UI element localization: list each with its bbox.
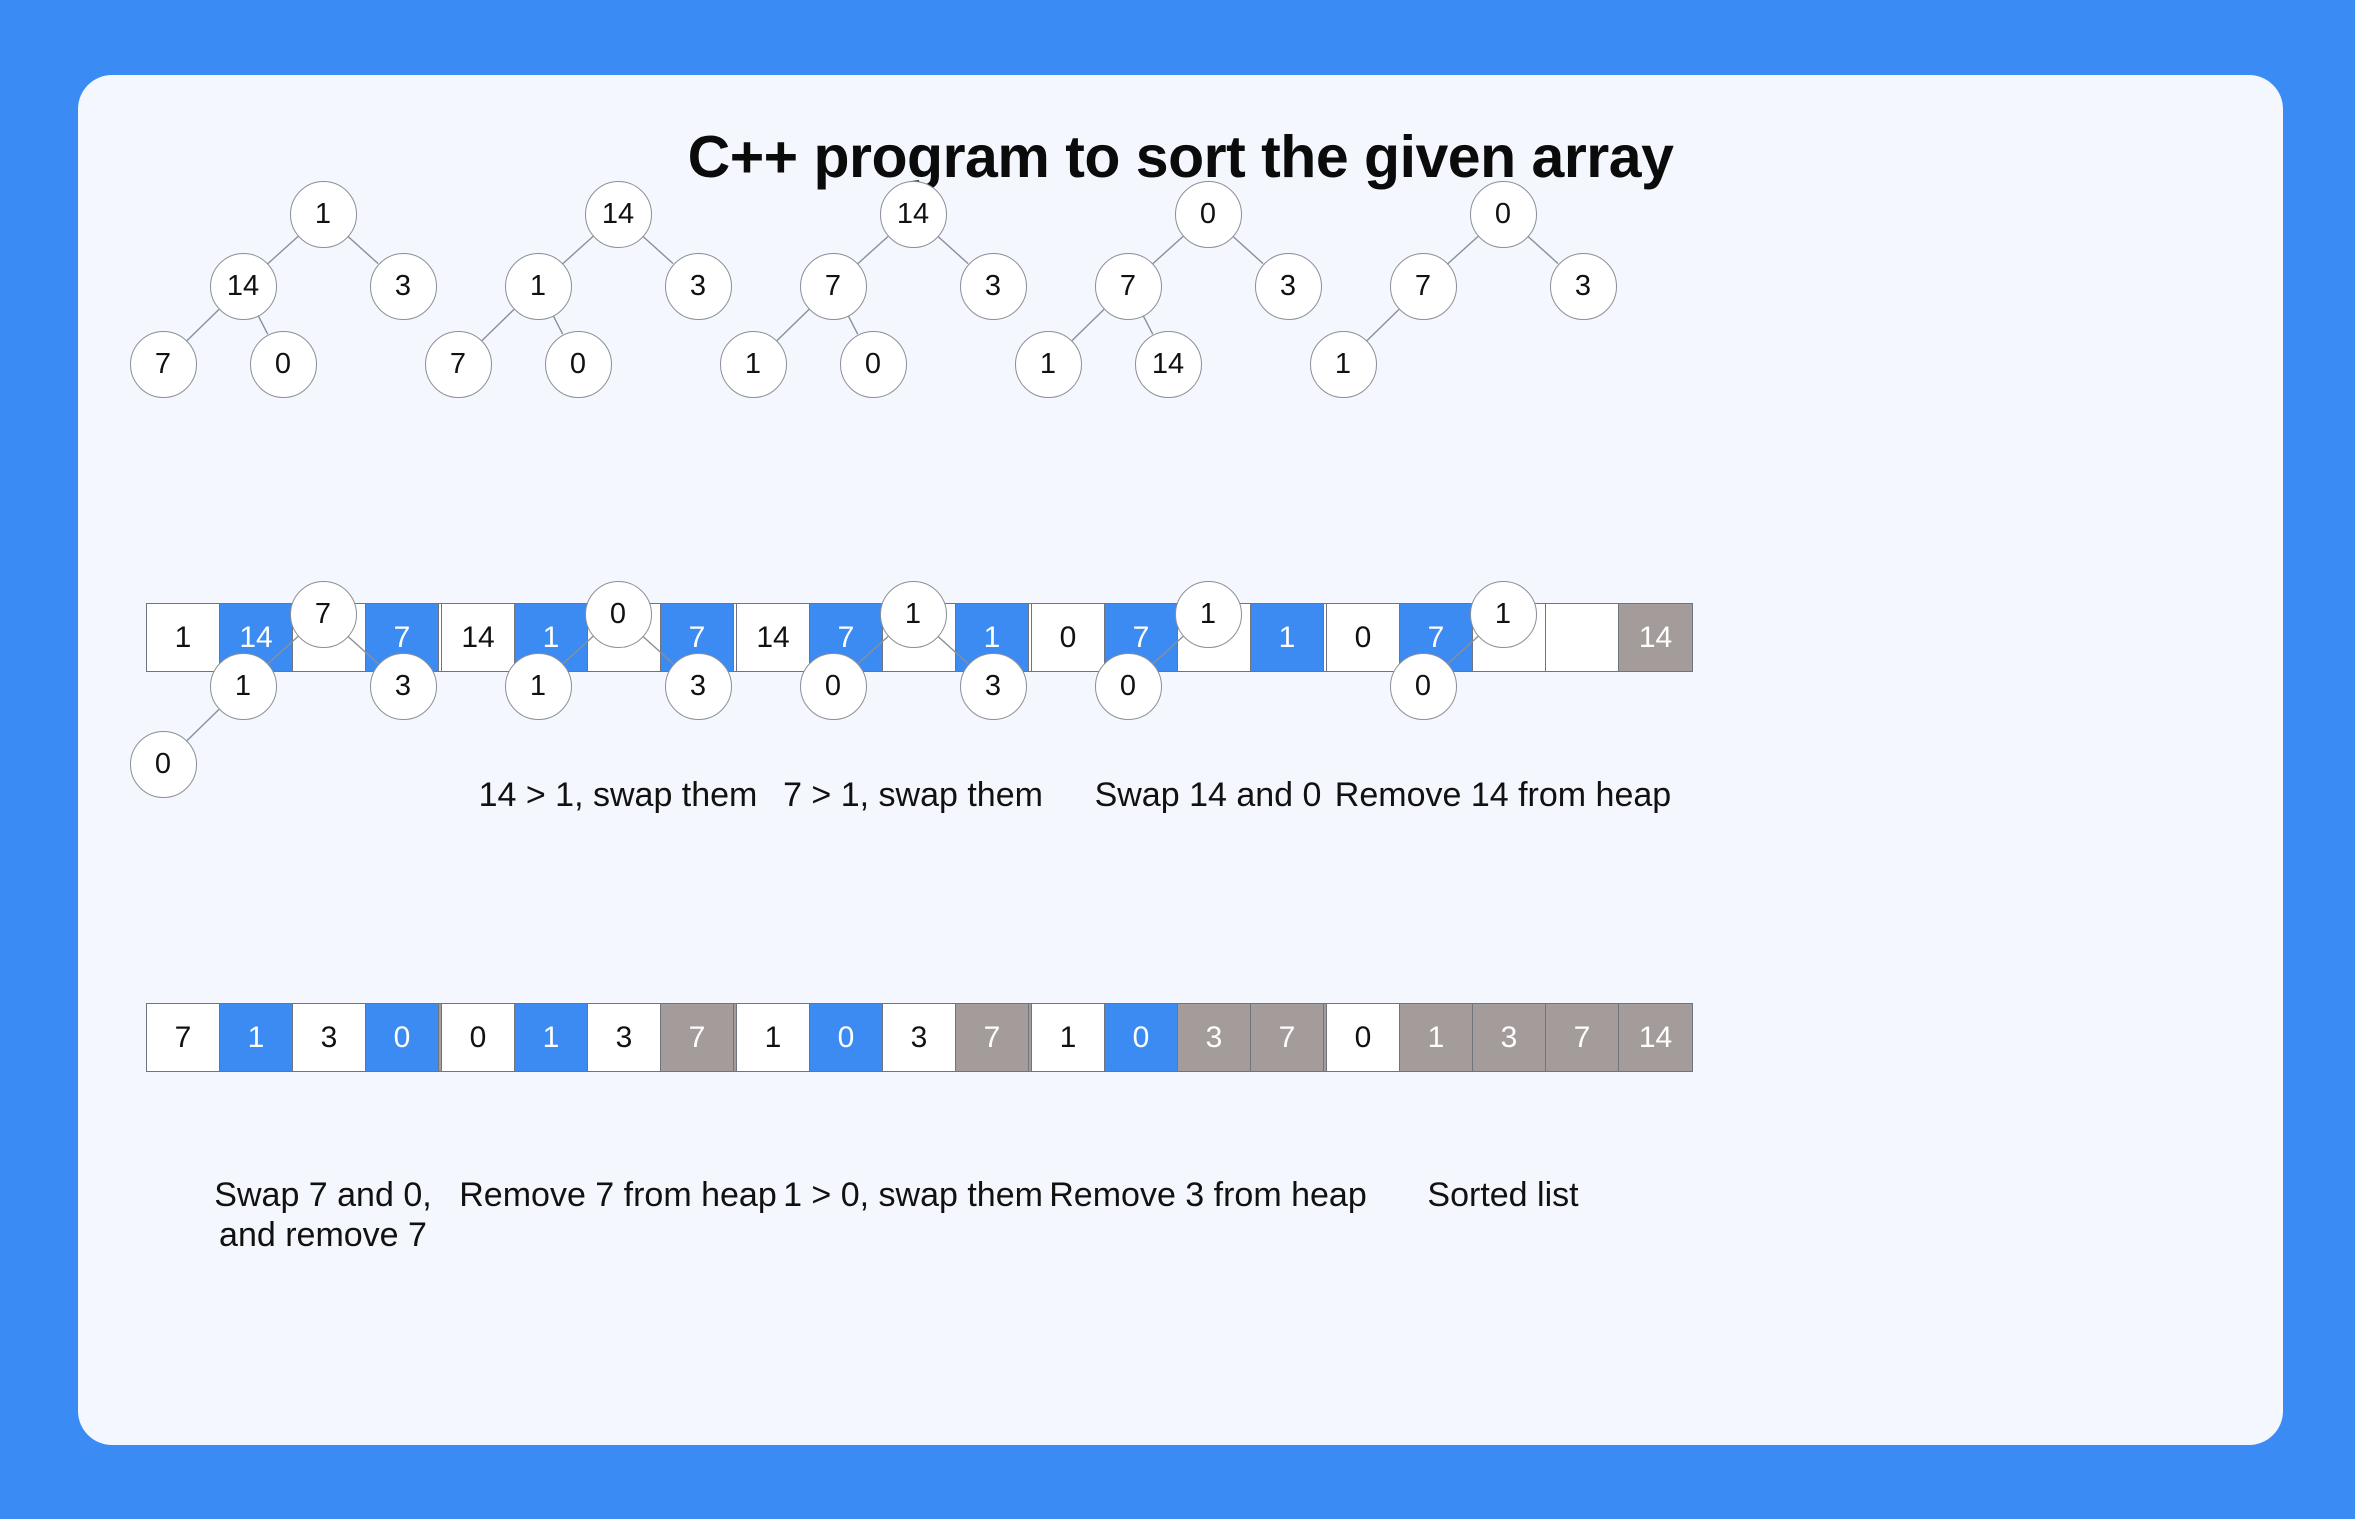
heap-step: 07 3 1 — [1293, 180, 1713, 470]
array-cell: 3 — [588, 1004, 661, 1071]
tree-node: 7 — [1389, 252, 1457, 320]
tree-node: 0 — [129, 730, 197, 798]
tree-node: 0 — [1094, 652, 1162, 720]
array-cell: 1 — [1400, 1004, 1473, 1071]
content-card: C++ program to sort the given array 1 14 3… — [78, 75, 2283, 1445]
tree-node: 1 — [1174, 580, 1242, 648]
array-cell: 0 — [810, 1004, 883, 1071]
tree-node: 7 — [1094, 252, 1162, 320]
tree-node: 1 — [879, 580, 947, 648]
array-cell: 7 — [147, 1004, 220, 1071]
tree-node: 3 — [1254, 252, 1322, 320]
array-cell: 1 — [220, 1004, 293, 1071]
tree-node: 3 — [959, 252, 1027, 320]
tree-node: 1 — [504, 252, 572, 320]
array-cell: 0 — [1327, 1004, 1400, 1071]
array-cell: 14 — [1619, 1004, 1692, 1071]
array-cell: 1 — [737, 1004, 810, 1071]
tree-node: 14 — [1134, 330, 1202, 398]
tree-node: 1 — [209, 652, 277, 720]
tree-node: 0 — [839, 330, 907, 398]
tree-node: 1 — [1309, 330, 1377, 398]
array-cell: 7 — [1251, 1004, 1324, 1071]
heap-step: 10 — [1293, 580, 1713, 870]
tree-node: 14 — [584, 180, 652, 248]
tree-node: 0 — [1174, 180, 1242, 248]
tree-node: 3 — [369, 252, 437, 320]
tree-node: 3 — [664, 652, 732, 720]
array-cell: 3 — [1473, 1004, 1546, 1071]
tree-node: 14 — [209, 252, 277, 320]
tree-node: 0 — [1389, 652, 1457, 720]
steps-grid: 11437011437014137014137014 > 1, swap the… — [78, 75, 2283, 1445]
tree-node: 3 — [1549, 252, 1617, 320]
array-cell: 3 — [293, 1004, 366, 1071]
array-cell: 0 — [442, 1004, 515, 1071]
heap-tree: 07 3 1 — [1293, 180, 1713, 470]
tree-node: 7 — [129, 330, 197, 398]
tree-node: 7 — [799, 252, 867, 320]
tree-node: 0 — [249, 330, 317, 398]
array-representation: 013714 — [1326, 1003, 1693, 1072]
tree-node: 3 — [369, 652, 437, 720]
tree-node: 0 — [799, 652, 867, 720]
tree-node: 14 — [879, 180, 947, 248]
array-cell: 1 — [515, 1004, 588, 1071]
tree-node: 1 — [289, 180, 357, 248]
step-caption: Sorted list — [1427, 1176, 1579, 1214]
tree-node: 1 — [1469, 580, 1537, 648]
tree-node: 7 — [289, 580, 357, 648]
array-cell: 7 — [1546, 1004, 1619, 1071]
array-cell: 7 — [956, 1004, 1029, 1071]
heap-tree: 10 — [1293, 580, 1713, 870]
array-cell: 3 — [883, 1004, 956, 1071]
tree-node: 1 — [1014, 330, 1082, 398]
tree-node: 0 — [544, 330, 612, 398]
tree-node: 3 — [664, 252, 732, 320]
tree-node: 0 — [1469, 180, 1537, 248]
tree-node: 0 — [584, 580, 652, 648]
array-cell: 0 — [1105, 1004, 1178, 1071]
tree-node: 1 — [719, 330, 787, 398]
tree-node: 7 — [424, 330, 492, 398]
array-cell: 7 — [661, 1004, 734, 1071]
tree-node: 1 — [504, 652, 572, 720]
array-cell: 0 — [366, 1004, 439, 1071]
array-cell: 3 — [1178, 1004, 1251, 1071]
array-cell: 1 — [1032, 1004, 1105, 1071]
tree-node: 3 — [959, 652, 1027, 720]
